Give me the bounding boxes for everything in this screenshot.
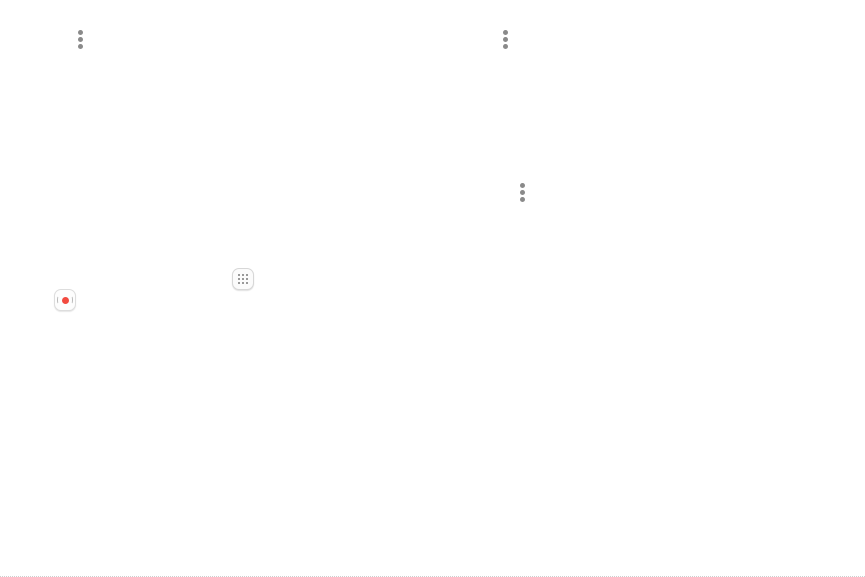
apps-grid-dot xyxy=(238,282,240,284)
apps-grid-dot xyxy=(246,274,248,276)
apps-grid-dot xyxy=(242,282,244,284)
more-options-dot xyxy=(503,44,508,49)
more-options-icon xyxy=(503,30,509,50)
more-options-dot xyxy=(503,30,508,35)
apps-grid-dot xyxy=(238,278,240,280)
more-options-icon xyxy=(78,30,84,50)
more-options-dot xyxy=(78,30,83,35)
apps-grid-dot xyxy=(238,274,240,276)
more-options-dot xyxy=(78,37,83,42)
more-options-dot xyxy=(520,190,525,195)
voice-recorder-icon xyxy=(54,289,76,311)
apps-grid-dot xyxy=(246,282,248,284)
more-options-dot xyxy=(78,44,83,49)
apps-grid-dot xyxy=(246,278,248,280)
more-options-dot xyxy=(520,183,525,188)
apps-grid-dot xyxy=(242,278,244,280)
apps-grid-dot xyxy=(242,274,244,276)
sound-wave-left xyxy=(57,296,60,304)
more-options-icon xyxy=(520,183,526,203)
sound-wave-right xyxy=(70,296,73,304)
apps-grid-icon xyxy=(232,268,254,290)
more-options-dot xyxy=(503,37,508,42)
record-dot xyxy=(62,297,69,304)
document-page xyxy=(0,0,865,577)
more-options-dot xyxy=(520,197,525,202)
apps-grid xyxy=(238,274,249,285)
